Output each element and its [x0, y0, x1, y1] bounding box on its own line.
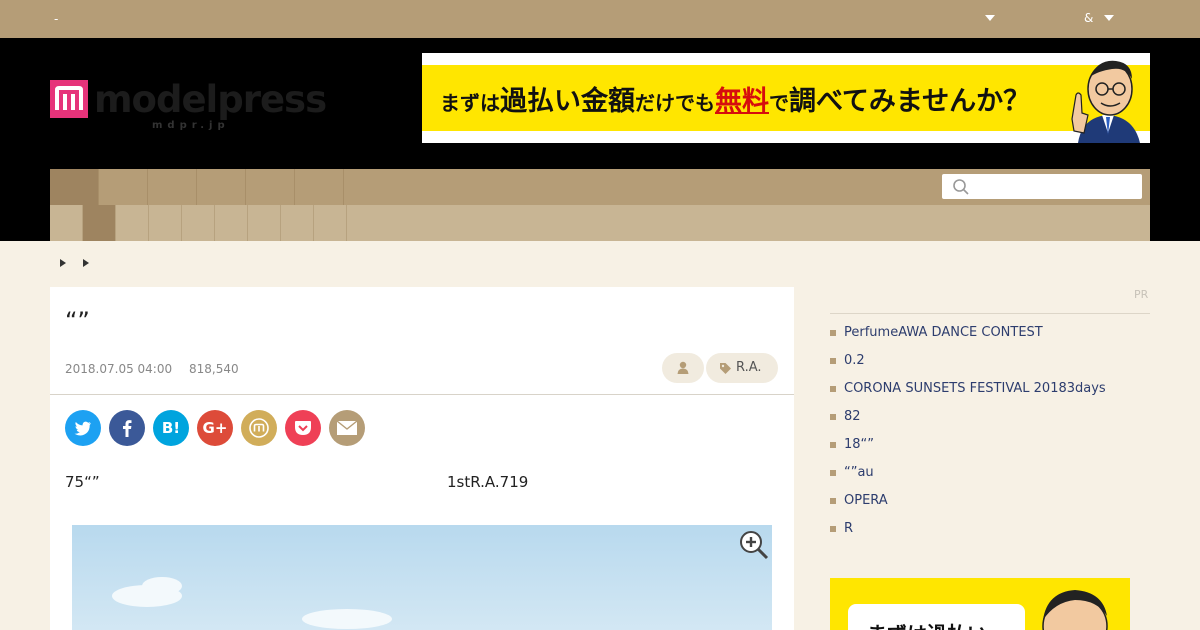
ranking-item[interactable]: PerfumeAWA DANCE CONTEST: [830, 324, 1106, 352]
article-tag-label: R.A.: [736, 360, 762, 375]
tag-icon: [720, 363, 731, 374]
top-bar-text: -: [54, 12, 59, 26]
sub-nav-item[interactable]: [83, 205, 116, 241]
sub-nav-item[interactable]: [314, 205, 347, 241]
share-buttons: B! G+: [65, 410, 365, 446]
lawyer-illustration-icon: [1042, 590, 1108, 630]
chevron-down-icon[interactable]: [1104, 15, 1114, 21]
nav-item[interactable]: [148, 169, 197, 205]
nav-item[interactable]: [246, 169, 295, 205]
mail-share-button[interactable]: [329, 410, 365, 446]
nav-item[interactable]: [99, 169, 148, 205]
sidebar-ad-text: まずは過払い: [867, 618, 987, 630]
logo-wordmark: modelpress: [94, 78, 327, 121]
article-card: “” 2018.07.05 04:00 818,540 R.A. B! G+ 7…: [50, 287, 794, 630]
breadcrumb-arrow-icon: [60, 259, 66, 267]
facebook-icon: [123, 420, 132, 437]
facebook-share-button[interactable]: [109, 410, 145, 446]
mixi-icon: [249, 418, 269, 438]
lawyer-illustration-icon: [1071, 60, 1140, 143]
hatena-icon: B!: [161, 419, 181, 437]
user-icon: [677, 361, 689, 374]
article-image[interactable]: [72, 525, 772, 630]
sub-nav-item[interactable]: [50, 205, 83, 241]
twitter-share-button[interactable]: [65, 410, 101, 446]
google-plus-share-button[interactable]: G+: [197, 410, 233, 446]
pocket-icon: [295, 421, 311, 435]
cloud-shape: [142, 577, 182, 595]
top-bar: - &: [0, 0, 1200, 38]
nav-item[interactable]: [295, 169, 344, 205]
google-plus-icon: G+: [202, 419, 228, 437]
mail-icon: [336, 420, 358, 435]
article-view-count: 818,540: [189, 362, 239, 376]
divider: [50, 394, 794, 395]
article-lead-text: 75“”: [65, 473, 100, 491]
ranking-item[interactable]: 18“”: [830, 436, 1106, 464]
primary-nav: [50, 169, 1150, 205]
nav-item[interactable]: [50, 169, 99, 205]
zoom-in-icon[interactable]: [739, 530, 769, 560]
article-lead-text: 1stR.A.719: [447, 473, 529, 491]
search-icon: [953, 179, 969, 195]
hatena-share-button[interactable]: B!: [153, 410, 189, 446]
pr-label: PR: [1134, 288, 1149, 301]
nav-item[interactable]: [197, 169, 246, 205]
chevron-down-icon[interactable]: [985, 15, 995, 21]
site-header: modelpress mdpr.jp まずは過払い金額だけでも無料で調べてみませ…: [0, 38, 1200, 241]
sub-nav-item[interactable]: [248, 205, 281, 241]
sub-nav-item[interactable]: [182, 205, 215, 241]
banner-ad-text: まずは過払い金額だけでも無料で調べてみませんか？: [440, 86, 1031, 117]
banner-ad[interactable]: まずは過払い金額だけでも無料で調べてみませんか？: [422, 53, 1150, 143]
sub-nav-item[interactable]: [116, 205, 149, 241]
sub-nav-item[interactable]: [215, 205, 248, 241]
ranking-item[interactable]: 82: [830, 408, 1106, 436]
twitter-icon: [74, 421, 91, 435]
ranking-item[interactable]: CORONA SUNSETS FESTIVAL 20183days: [830, 380, 1106, 408]
sidebar-ad[interactable]: まずは過払い: [830, 578, 1130, 630]
pocket-share-button[interactable]: [285, 410, 321, 446]
search-input[interactable]: [942, 174, 1142, 199]
sub-nav-item[interactable]: [281, 205, 314, 241]
logo-mark-icon: [50, 80, 88, 118]
site-logo[interactable]: modelpress mdpr.jp: [50, 78, 327, 132]
sub-nav-item[interactable]: [149, 205, 182, 241]
author-tag[interactable]: [662, 353, 704, 383]
divider: [830, 313, 1150, 314]
ranking-item[interactable]: “”au: [830, 464, 1106, 492]
ranking-item[interactable]: R: [830, 520, 1106, 548]
article-tag[interactable]: R.A.: [706, 353, 778, 383]
secondary-nav: [50, 205, 1150, 241]
breadcrumb-arrow-icon: [83, 259, 89, 267]
mixi-share-button[interactable]: [241, 410, 277, 446]
cloud-shape: [302, 609, 392, 629]
logo-subtitle: mdpr.jp: [152, 120, 230, 131]
ranking-item[interactable]: 0.2: [830, 352, 1106, 380]
ranking-list: PerfumeAWA DANCE CONTEST 0.2 CORONA SUNS…: [830, 324, 1106, 548]
top-bar-menu[interactable]: &: [1084, 11, 1093, 25]
article-date: 2018.07.05 04:00: [65, 362, 173, 376]
article-title: “”: [65, 307, 90, 335]
ranking-item[interactable]: OPERA: [830, 492, 1106, 520]
